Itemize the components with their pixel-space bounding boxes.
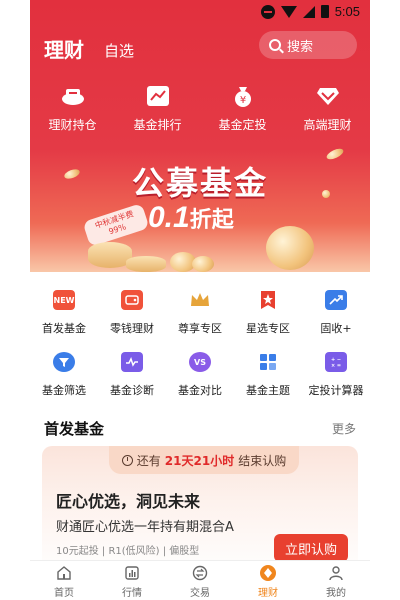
grid-item-new-funds[interactable]: NEW 首发基金 <box>30 290 98 352</box>
grid-item-vip-zone[interactable]: 尊享专区 <box>166 290 234 352</box>
cellular-signal-icon <box>302 5 315 18</box>
finance-icon <box>259 564 277 582</box>
top-nav-label: 高端理财 <box>303 118 352 132</box>
calculator-icon: + − × = <box>325 352 347 372</box>
top-nav-holdings[interactable]: 理财持仓 <box>30 84 115 133</box>
grid-item-star-picks[interactable]: 星选专区 <box>234 290 302 352</box>
search-label: 搜索 <box>287 39 314 55</box>
top-nav: 理财持仓 基金排行 ¥ 基金定投 高端理财 <box>30 84 370 133</box>
market-chart-icon <box>123 564 141 582</box>
search-bar[interactable]: 搜索 <box>259 31 357 59</box>
diamond-icon <box>314 84 342 108</box>
section-title: 首发基金 <box>44 420 105 438</box>
search-icon <box>269 39 281 51</box>
grid-item-label: 基金主题 <box>246 384 290 397</box>
crown-icon <box>189 290 211 310</box>
svg-text:¥: ¥ <box>239 95 245 106</box>
fund-meta: 10元起投 | R1(低风险) | 偏股型 <box>56 546 200 557</box>
banner-discount: 0.1折起 <box>148 201 234 234</box>
filter-icon <box>53 352 75 372</box>
status-bar: 5:05 <box>30 0 370 24</box>
home-icon <box>55 564 73 582</box>
grid-item-fund-themes[interactable]: 基金主题 <box>234 352 302 414</box>
versus-icon: VS <box>189 352 211 372</box>
grid-item-fund-compare[interactable]: VS 基金对比 <box>166 352 234 414</box>
top-nav-label: 基金排行 <box>133 118 182 132</box>
top-nav-label: 基金定投 <box>218 118 267 132</box>
tab-profile[interactable]: 我的 <box>302 561 370 600</box>
tab-home[interactable]: 首页 <box>30 561 98 600</box>
growth-arrow-icon <box>325 290 347 310</box>
tab-finance[interactable]: 理财 <box>234 561 302 600</box>
grid-item-label: 基金诊断 <box>110 384 154 397</box>
coin-purse-icon <box>121 290 143 310</box>
grid-item-label: 首发基金 <box>42 322 86 335</box>
grid-item-label: 基金筛选 <box>42 384 86 397</box>
hero-banner-area: 5:05 理财 自选 搜索 理财持仓 基金排行 ¥ 基金定投 高端理财 公募基金… <box>30 0 370 272</box>
grid-item-label: 星选专区 <box>246 322 290 335</box>
yuan-coin-illustration <box>266 226 314 270</box>
new-badge-icon: NEW <box>53 290 75 310</box>
subscription-countdown: 还有 21天21小时 结束认购 <box>109 446 299 474</box>
grid-item-fixed-income-plus[interactable]: 固收+ <box>302 290 370 352</box>
top-nav-fund-ranking[interactable]: 基金排行 <box>115 84 200 133</box>
grid-item-fund-filter[interactable]: 基金筛选 <box>30 352 98 414</box>
wallet-icon <box>59 84 87 108</box>
pulse-icon <box>121 352 143 372</box>
grid-item-label: 固收+ <box>320 322 352 335</box>
status-time: 5:05 <box>334 4 360 19</box>
app-screen: 5:05 理财 自选 搜索 理财持仓 基金排行 ¥ 基金定投 高端理财 公募基金… <box>30 0 370 600</box>
wifi-icon <box>280 5 297 18</box>
grid-item-auto-invest-calculator[interactable]: + − × = 定投计算器 <box>302 352 370 414</box>
top-nav-premium[interactable]: 高端理财 <box>285 84 370 133</box>
star-bookmark-icon <box>257 290 279 310</box>
section-more-link[interactable]: 更多 <box>332 420 356 437</box>
banner-title[interactable]: 公募基金 <box>30 158 370 204</box>
countdown-value: 21天21小时 <box>164 453 235 468</box>
clock-icon <box>121 454 133 466</box>
page-title: 理财 <box>44 38 84 62</box>
fund-name: 财通匠心优选一年持有期混合A <box>56 520 234 535</box>
grid-item-label: 零钱理财 <box>110 322 154 335</box>
tab-market[interactable]: 行情 <box>98 561 166 600</box>
exchange-icon <box>191 564 209 582</box>
top-nav-label: 理财持仓 <box>48 118 97 132</box>
bottom-tab-bar: 首页 行情 交易 理财 我的 <box>30 560 370 600</box>
grid-item-label: 尊享专区 <box>178 322 222 335</box>
section-header: 首发基金 更多 <box>44 418 356 439</box>
watchlist-tab[interactable]: 自选 <box>104 40 134 61</box>
grid-item-cash-management[interactable]: 零钱理财 <box>98 290 166 352</box>
tab-trade[interactable]: 交易 <box>166 561 234 600</box>
promo-tag: 中秋减半费 99% <box>82 203 150 247</box>
money-bag-icon: ¥ <box>229 84 257 108</box>
grid-item-fund-diagnosis[interactable]: 基金诊断 <box>98 352 166 414</box>
trend-chart-icon <box>144 84 172 108</box>
subscribe-button[interactable]: 立即认购 <box>274 534 348 562</box>
battery-icon <box>320 5 329 18</box>
new-fund-card[interactable]: 还有 21天21小时 结束认购 匠心优选，洞见未来 财通匠心优选一年持有期混合A… <box>42 446 358 576</box>
grid-item-label: 基金对比 <box>178 384 222 397</box>
svg-text:× =: × = <box>331 363 341 368</box>
dnd-icon <box>260 4 275 19</box>
top-nav-fund-auto-invest[interactable]: ¥ 基金定投 <box>200 84 285 133</box>
grid-item-label: 定投计算器 <box>308 384 364 397</box>
profile-icon <box>327 564 345 582</box>
feature-grid: NEW 首发基金 零钱理财 尊享专区 星选专区 固收+ 基金筛选 基金诊断 VS… <box>30 290 370 414</box>
grid-tiles-icon <box>257 352 279 372</box>
card-headline: 匠心优选，洞见未来 <box>56 492 201 511</box>
